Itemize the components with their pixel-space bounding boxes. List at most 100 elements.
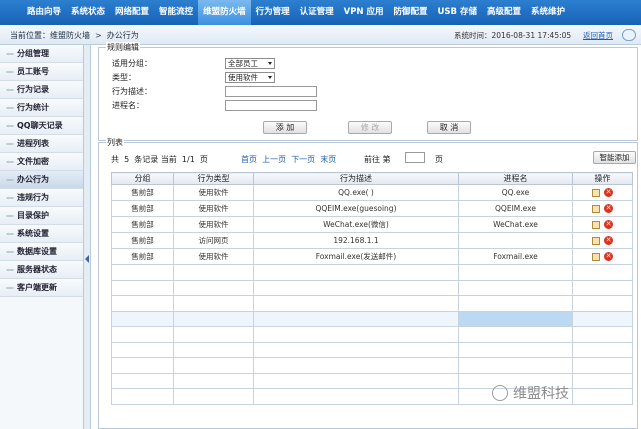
pager-links: 首页 上一页 下一页 末页 — [241, 154, 336, 165]
chevron-down-icon — [268, 62, 272, 65]
nav-item-system-status[interactable]: 系统状态 — [66, 0, 110, 25]
system-time: 系统时间：2016-08-31 17:45:05 — [454, 31, 572, 40]
sidebar-item-behavior-stats[interactable]: — 行为统计 — [0, 99, 83, 117]
modify-button[interactable]: 修 改 — [348, 121, 392, 134]
sidebar-item-employee-account[interactable]: — 员工账号 — [0, 63, 83, 81]
cell-group: 售前部 — [111, 184, 174, 201]
chevron-down-icon — [268, 76, 272, 79]
home-link[interactable]: 返回首页 — [583, 30, 613, 41]
delete-icon[interactable]: ✕ — [604, 188, 613, 198]
cell-process: Foxmail.exe — [458, 248, 573, 265]
sidebar-item-group-mgmt[interactable]: — 分组管理 — [0, 45, 83, 63]
table-row: 售前部 访问网页 192.168.1.1 ✕ — [111, 232, 633, 249]
nav-item-firewall[interactable]: 维盟防火墙 — [198, 0, 251, 25]
nav-item-smart-flow[interactable]: 智能流控 — [154, 0, 198, 25]
process-input[interactable] — [225, 100, 317, 111]
breadcrumb-page: 办公行为 — [106, 31, 139, 40]
rules-table: 分组 行为类型 行为描述 进程名 操作 售前部 使用软件 QQ.exe( ) Q… — [111, 172, 633, 405]
edit-icon[interactable] — [592, 220, 600, 229]
sidebar-item-dir-protect[interactable]: — 目录保护 — [0, 207, 83, 225]
process-label: 进程名： — [112, 101, 144, 110]
delete-icon[interactable]: ✕ — [604, 220, 613, 230]
table-row-empty — [111, 357, 633, 374]
first-page-link[interactable]: 首页 — [241, 155, 257, 164]
sidebar-item-behavior-record[interactable]: — 行为记录 — [0, 81, 83, 99]
smart-add-button[interactable]: 智能添加 — [593, 151, 636, 164]
table-row-empty — [111, 279, 633, 296]
delete-icon[interactable]: ✕ — [604, 252, 613, 262]
sidebar-item-process-list[interactable]: — 进程列表 — [0, 135, 83, 153]
add-button[interactable]: 添 加 — [263, 121, 307, 134]
home-icon[interactable] — [622, 29, 636, 41]
cell-type: 使用软件 — [173, 248, 254, 265]
column-header-desc: 行为描述 — [253, 172, 459, 185]
nav-item-behavior-mgmt[interactable]: 行为管理 — [251, 0, 295, 25]
chevron-left-icon — [85, 255, 89, 263]
cell-process: WeChat.exe — [458, 216, 573, 233]
group-select[interactable]: 全部员工 — [225, 58, 275, 69]
nav-item-vpn[interactable]: 防御配置 — [389, 0, 433, 25]
table-row: 售前部 使用软件 Foxmail.exe(发送邮件) Foxmail.exe ✕ — [111, 248, 633, 265]
sidebar-item-server-status[interactable]: — 服务器状态 — [0, 261, 83, 279]
sidebar-item-violations[interactable]: — 违规行为 — [0, 189, 83, 207]
breadcrumb-bar: 当前位置：维盟防火墙 > 办公行为 系统时间：2016-08-31 17:45:05… — [0, 25, 641, 45]
sidebar: — 分组管理 — 员工账号 — 行为记录 — 行为统计 — QQ聊天记录 — 进程列表 — 文… — [0, 45, 84, 429]
cell-type: 使用软件 — [173, 184, 254, 201]
next-page-link[interactable]: 下一页 — [291, 155, 315, 164]
goto-label: 前往 第 — [364, 155, 391, 164]
cell-type: 使用软件 — [173, 216, 254, 233]
cell-desc: QQEIM.exe(guesoing) — [253, 200, 459, 217]
cell-desc: WeChat.exe(微信) — [253, 216, 459, 233]
cell-type: 访问网页 — [173, 232, 254, 249]
edit-icon[interactable] — [592, 188, 600, 197]
goto-suffix: 页 — [435, 155, 443, 164]
edit-icon[interactable] — [592, 252, 600, 261]
cell-process: QQEIM.exe — [458, 200, 573, 217]
cell-ops: ✕ — [572, 248, 633, 265]
table-row: 售前部 使用软件 QQ.exe( ) QQ.exe ✕ — [111, 184, 633, 201]
cell-process: QQ.exe — [458, 184, 573, 201]
top-nav: 路由向导 系统状态 网络配置 智能流控 维盟防火墙 行为管理 认证管理 VPN … — [0, 0, 641, 25]
cell-ops: ✕ — [572, 184, 633, 201]
nav-item-behavior-mgmt-2[interactable]: 认证管理 — [295, 0, 339, 25]
nav-item-route-wizard[interactable]: 路由向导 — [0, 0, 66, 25]
sidebar-item-client-update[interactable]: — 客户端更新 — [0, 279, 83, 297]
breadcrumb: 当前位置：维盟防火墙 > 办公行为 — [10, 31, 139, 40]
nav-item-auth-mgmt[interactable]: VPN 应用 — [339, 0, 389, 25]
watermark-text: 维盟科技 — [513, 386, 569, 402]
edit-icon[interactable] — [592, 204, 600, 213]
cell-group: 售前部 — [111, 232, 174, 249]
sidebar-item-file-encrypt[interactable]: — 文件加密 — [0, 153, 83, 171]
cell-process — [458, 232, 573, 249]
sidebar-collapse-handle[interactable] — [84, 45, 91, 429]
column-header-type: 行为类型 — [173, 172, 254, 185]
prev-page-link[interactable]: 上一页 — [262, 155, 286, 164]
main-content: 规则编辑 适用分组： 全部员工 类型： 使用软件 行为描述： 进程名： 添 加 … — [92, 42, 641, 429]
delete-icon[interactable]: ✕ — [604, 236, 613, 246]
column-header-group: 分组 — [111, 172, 174, 185]
rule-edit-legend: 规则编辑 — [106, 42, 140, 53]
cell-ops: ✕ — [572, 200, 633, 217]
cell-group: 售前部 — [111, 216, 174, 233]
goto-page-input[interactable] — [405, 152, 425, 163]
sidebar-item-db-settings[interactable]: — 数据库设置 — [0, 243, 83, 261]
table-row-selected — [111, 310, 633, 327]
desc-input[interactable] — [225, 86, 317, 97]
sidebar-item-system-settings[interactable]: — 系统设置 — [0, 225, 83, 243]
type-select[interactable]: 使用软件 — [225, 72, 275, 83]
cell-ops: ✕ — [572, 216, 633, 233]
table-row-empty — [111, 326, 633, 343]
nav-item-defense[interactable]: USB 存储 — [433, 0, 482, 25]
sidebar-item-qq-chat[interactable]: — QQ聊天记录 — [0, 117, 83, 135]
delete-icon[interactable]: ✕ — [604, 204, 613, 214]
nav-item-network-config[interactable]: 网络配置 — [110, 0, 154, 25]
last-page-link[interactable]: 末页 — [320, 155, 336, 164]
wechat-logo-icon — [492, 385, 508, 401]
nav-item-usb[interactable]: 高级配置 — [482, 0, 526, 25]
cancel-button[interactable]: 取 消 — [427, 121, 471, 134]
table-row-empty — [111, 295, 633, 312]
nav-item-advanced[interactable]: 系统维护 — [526, 0, 570, 25]
breadcrumb-location: 当前位置：维盟防火墙 — [10, 31, 90, 40]
edit-icon[interactable] — [592, 236, 600, 245]
sidebar-item-office-behavior[interactable]: — 办公行为 — [0, 171, 83, 189]
